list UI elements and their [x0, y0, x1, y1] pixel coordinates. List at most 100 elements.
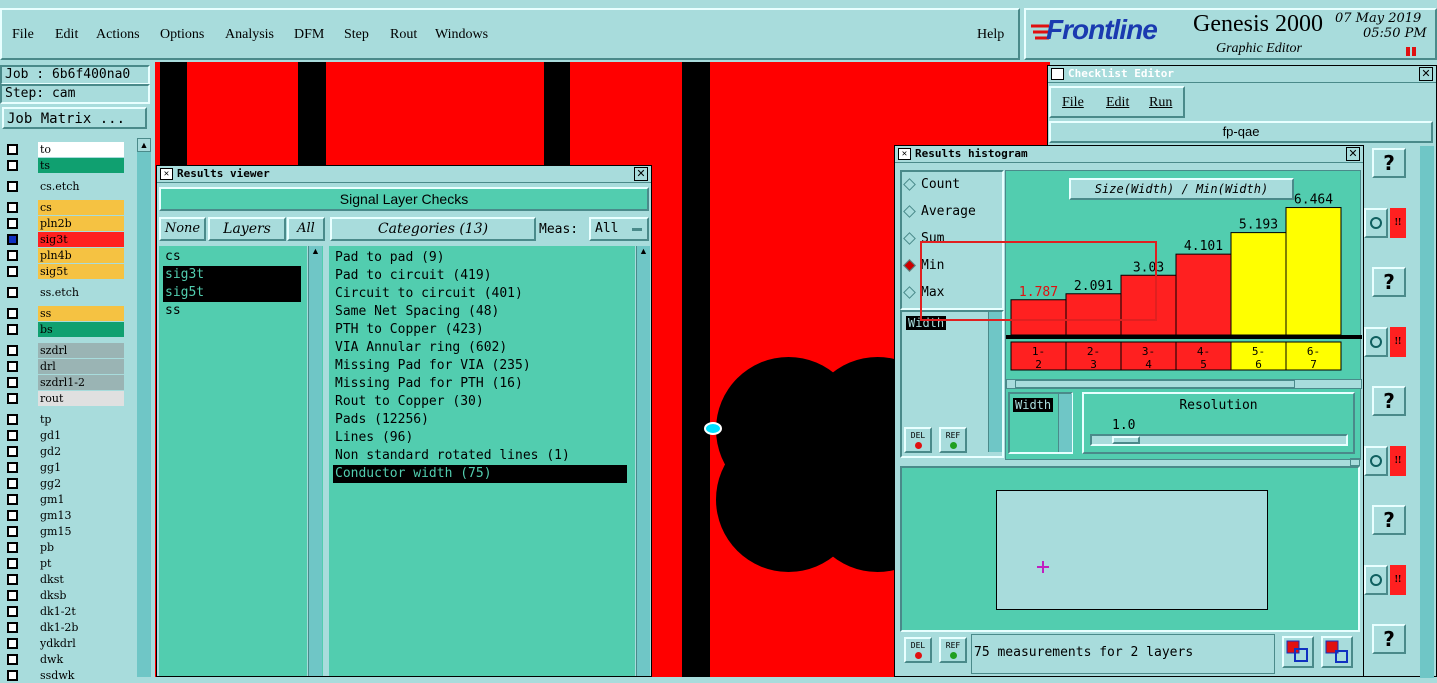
layer-checkbox[interactable] — [7, 590, 18, 601]
check-help-button[interactable]: ? — [1372, 505, 1406, 535]
layer-checkbox[interactable] — [7, 670, 18, 681]
layer-row[interactable]: gm15 — [4, 524, 124, 539]
layer-checkbox[interactable] — [7, 361, 18, 372]
layer-checkbox[interactable] — [7, 181, 18, 192]
layer-checkbox[interactable] — [7, 266, 18, 277]
layer-row[interactable]: ss — [4, 306, 124, 321]
layer-row[interactable]: dkst — [4, 572, 124, 587]
layer-checkbox[interactable] — [7, 430, 18, 441]
all-button[interactable]: All — [287, 217, 325, 241]
slider-thumb[interactable] — [1112, 436, 1140, 444]
layer-name[interactable]: ts — [38, 158, 124, 173]
layer-scrollbar[interactable]: ▲ — [137, 138, 151, 677]
layer-checkbox[interactable] — [7, 414, 18, 425]
layer-row[interactable]: sig3t — [4, 232, 124, 247]
check-zoom-button[interactable] — [1364, 327, 1388, 357]
layer-row[interactable]: pln4b — [4, 248, 124, 263]
job-matrix-button[interactable]: Job Matrix ... — [2, 107, 147, 129]
layer-name[interactable]: ydkdrl — [38, 636, 124, 651]
layer-name[interactable]: gm1 — [38, 492, 124, 507]
layer-checkbox[interactable] — [7, 574, 18, 585]
layer-name[interactable]: pt — [38, 556, 124, 571]
layer-checkbox[interactable] — [7, 377, 18, 388]
histogram-titlebar[interactable]: ✕ Results histogram — [895, 146, 1363, 163]
categories-scrollbar[interactable]: ▲ — [636, 246, 650, 676]
layer-name[interactable]: ssdwk — [38, 668, 124, 683]
mode-radio-average[interactable]: Average — [903, 204, 976, 219]
layer-checkbox[interactable] — [7, 462, 18, 473]
check-status-flag[interactable]: !! — [1390, 327, 1406, 357]
layer-checkbox[interactable] — [7, 558, 18, 569]
check-status-flag[interactable]: !! — [1390, 446, 1406, 476]
scrollbar[interactable] — [1058, 394, 1072, 452]
ref-button[interactable]: REF — [939, 427, 967, 453]
layer-row[interactable]: gm13 — [4, 508, 124, 523]
resize-handle-icon[interactable] — [1350, 458, 1360, 466]
layer-name[interactable]: to — [38, 142, 124, 157]
menu-edit[interactable]: Edit — [55, 27, 78, 43]
layer-checkbox[interactable] — [7, 654, 18, 665]
scroll-up-icon[interactable]: ▲ — [137, 138, 151, 152]
layer-row[interactable]: pt — [4, 556, 124, 571]
histogram-bar[interactable] — [1230, 232, 1287, 336]
results-layer-item[interactable]: sig3t — [163, 266, 301, 284]
layer-checkbox[interactable] — [7, 234, 18, 245]
category-item[interactable]: Circuit to circuit (401) — [333, 285, 525, 303]
layer-checkbox[interactable] — [7, 622, 18, 633]
checklist-menu-edit[interactable]: Edit — [1106, 95, 1129, 111]
layer-checkbox[interactable] — [7, 494, 18, 505]
checklist-scrollbar[interactable] — [1420, 146, 1434, 678]
category-item[interactable]: Missing Pad for VIA (235) — [333, 357, 533, 375]
category-item[interactable]: Pads (12256) — [333, 411, 431, 429]
menu-analysis[interactable]: Analysis — [225, 27, 274, 43]
resolution-slider[interactable] — [1090, 434, 1348, 446]
layer-checkbox[interactable] — [7, 638, 18, 649]
check-help-button[interactable]: ? — [1372, 148, 1406, 178]
meas-dropdown[interactable]: All — [589, 217, 649, 241]
layer-checkbox[interactable] — [7, 144, 18, 155]
scroll-thumb[interactable] — [1015, 380, 1295, 388]
layer-checkbox[interactable] — [7, 287, 18, 298]
layer-row[interactable]: cs.etch — [4, 179, 124, 194]
layer-checkbox[interactable] — [7, 478, 18, 489]
scrollbar[interactable] — [988, 312, 1002, 452]
categories-list[interactable]: Pad to pad (9) Pad to circuit (419) Circui… — [329, 246, 635, 676]
menu-step[interactable]: Step — [344, 27, 369, 43]
layer-name[interactable]: gd1 — [38, 428, 124, 443]
layer-checkbox[interactable] — [7, 308, 18, 319]
layer-list-scrollbar[interactable]: ▲ — [308, 246, 322, 676]
window-menu-icon[interactable]: ✕ — [1051, 68, 1064, 80]
layer-name[interactable]: sig3t — [38, 232, 124, 247]
menu-rout[interactable]: Rout — [390, 27, 417, 43]
category-item[interactable]: Missing Pad for PTH (16) — [333, 375, 525, 393]
checklist-menu-run[interactable]: Run — [1149, 95, 1172, 111]
checklist-menu-file[interactable]: File — [1062, 95, 1084, 111]
resolution-param-item[interactable]: Width — [1013, 398, 1054, 412]
zoom-home-button[interactable] — [1321, 636, 1353, 668]
none-button[interactable]: None — [159, 217, 206, 241]
layer-checkbox[interactable] — [7, 526, 18, 537]
check-help-button[interactable]: ? — [1372, 267, 1406, 297]
results-layer-item[interactable]: ss — [163, 302, 301, 320]
layer-row[interactable]: gd1 — [4, 428, 124, 443]
layer-row[interactable]: gg2 — [4, 476, 124, 491]
category-item[interactable]: Pad to circuit (419) — [333, 267, 494, 285]
resolution-param[interactable]: Width — [1008, 392, 1073, 454]
layer-name[interactable]: pln4b — [38, 248, 124, 263]
layer-checkbox[interactable] — [7, 446, 18, 457]
layer-row[interactable]: rout — [4, 391, 124, 406]
del-button[interactable]: DEL — [904, 427, 932, 453]
menu-windows[interactable]: Windows — [435, 27, 488, 43]
layer-row[interactable]: pb — [4, 540, 124, 555]
check-group-header[interactable]: Signal Layer Checks — [159, 187, 649, 211]
check-zoom-button[interactable] — [1364, 565, 1388, 595]
layer-checkbox[interactable] — [7, 510, 18, 521]
check-zoom-button[interactable] — [1364, 446, 1388, 476]
layer-name[interactable]: cs — [38, 200, 124, 215]
layer-row[interactable]: sig5t — [4, 264, 124, 279]
histogram-bar[interactable] — [1175, 253, 1232, 336]
layer-name[interactable]: bs — [38, 322, 124, 337]
layer-row[interactable]: szdrl1-2 — [4, 375, 124, 390]
layer-row[interactable]: dk1-2t — [4, 604, 124, 619]
layer-checkbox[interactable] — [7, 218, 18, 229]
